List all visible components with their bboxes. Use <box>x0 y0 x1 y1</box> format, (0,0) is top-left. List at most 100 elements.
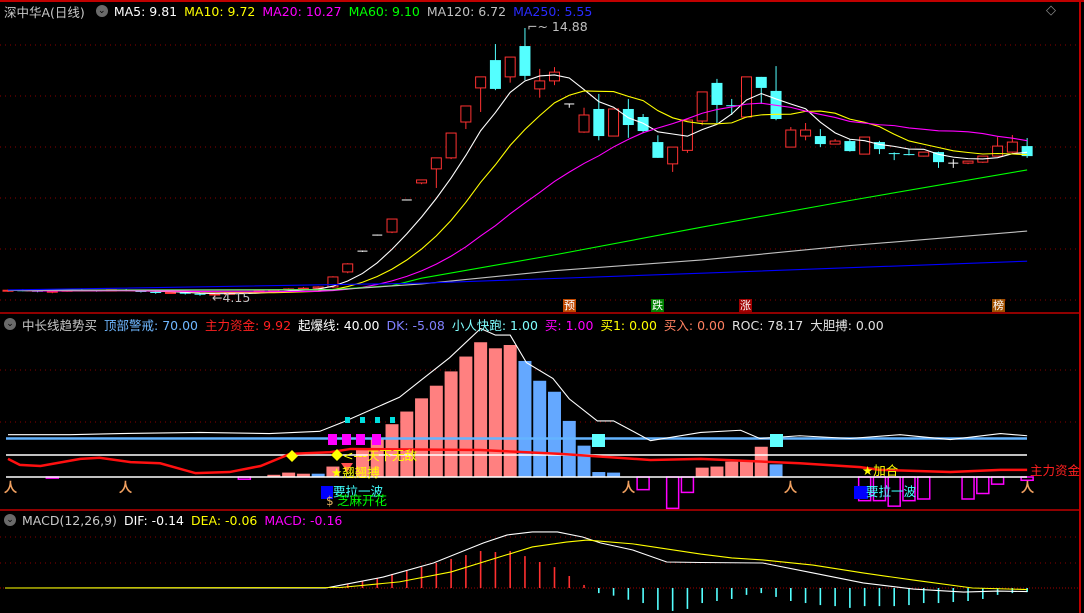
ma10-line <box>7 90 1028 294</box>
macd-label[interactable]: MACD(12,26,9) <box>22 513 117 528</box>
candle-up <box>696 91 708 122</box>
ma10-value: MA10: 9.72 <box>184 3 256 19</box>
candle-up <box>386 218 398 233</box>
high-price-value: 14.88 <box>551 19 588 34</box>
candle-down <box>194 293 206 295</box>
chevron-down-icon[interactable]: ⌄ <box>4 514 16 526</box>
candle-up <box>534 80 546 90</box>
indicator-bar-negative <box>961 476 975 500</box>
candle-down <box>844 141 856 152</box>
macd-header: ⌄ MACD(12,26,9) DIF: -0.14 DEA: -0.06 MA… <box>0 511 349 529</box>
candle-up <box>608 108 620 137</box>
candle-down <box>903 154 915 156</box>
candle-up <box>430 157 442 170</box>
ma5-value: MA5: 9.81 <box>113 3 178 19</box>
candle-down <box>150 291 162 293</box>
candle-up <box>578 114 590 133</box>
candle-down <box>593 108 605 137</box>
runner-icon: 人 <box>1021 481 1035 496</box>
indicator-value: DK: -5.08 <box>386 317 445 333</box>
candle-up <box>785 129 797 148</box>
roc-line <box>8 327 1028 442</box>
candle-up <box>859 136 871 155</box>
indicator-bar-up <box>695 467 709 477</box>
candle-up <box>829 140 841 145</box>
ma20-value: MA20: 10.27 <box>262 3 342 19</box>
candle-up <box>667 146 679 165</box>
candle-down <box>814 136 826 145</box>
runner-icon: 人 <box>119 481 133 496</box>
buy-signal-marker <box>328 434 337 445</box>
candle-up <box>475 76 487 89</box>
signal-bold-bet: ★翘翘搏 <box>331 465 380 480</box>
main-fund-label: 主力资金 <box>1030 463 1081 478</box>
signal-add-position: ★加合 <box>862 463 899 478</box>
diamond-icon[interactable]: ◇ <box>1046 4 1056 18</box>
indicator-bar-negative <box>665 476 680 510</box>
chevron-down-icon[interactable]: ⌄ <box>95 5 108 17</box>
diamond-signal-icon <box>286 450 298 462</box>
candle-down <box>622 108 634 126</box>
indicator-bar-down <box>577 445 591 477</box>
ma60-value: MA60: 9.10 <box>348 3 420 19</box>
badge-ranking[interactable]: 榜 <box>992 299 1005 312</box>
cyan-signal-marker <box>770 434 783 447</box>
indicator-header: ⌄ 中长线趋势买 顶部警戒: 70.00 主力资金: 9.92 起爆线: 40.00… <box>0 315 891 333</box>
ma60-line <box>7 169 1028 291</box>
indicator-bar-up <box>400 411 414 477</box>
badge-forecast[interactable]: 预 <box>563 299 576 312</box>
small-signal-marker <box>360 417 365 423</box>
chevron-down-icon[interactable]: ⌄ <box>4 318 16 330</box>
indicator-bar-negative <box>976 476 990 495</box>
candle-up <box>445 132 457 159</box>
indicator-bar-negative <box>990 476 1005 485</box>
candle-down <box>637 116 649 132</box>
indicator-bar-up <box>459 356 473 477</box>
high-price-label: ⌐~ 14.88 <box>527 19 588 34</box>
stock-title[interactable]: 深中华A(日线) <box>4 2 85 21</box>
ma250-value: MA250: 5.55 <box>513 3 593 19</box>
indicator-value: 买1: 0.00 <box>600 317 657 333</box>
indicator-bar-down <box>562 420 576 477</box>
candle-up <box>800 129 812 137</box>
signal-sesame: 芝麻开花 <box>337 493 388 508</box>
indicator-bar-negative <box>680 476 695 494</box>
dif-value: DIF: -0.14 <box>123 512 184 528</box>
cyan-signal-marker <box>592 434 605 447</box>
candle-down <box>711 82 723 105</box>
candle-up <box>741 76 752 118</box>
candle-down <box>888 153 900 155</box>
indicator-bar-down <box>769 464 783 477</box>
indicator-bar-up <box>710 466 724 477</box>
candle-up <box>918 151 930 157</box>
candle-down <box>755 76 767 88</box>
small-signal-marker <box>345 417 350 423</box>
indicator-value: 起爆线: 40.00 <box>298 317 380 333</box>
low-price-value: 4.15 <box>222 290 251 305</box>
signal-pull-wave: 要拉一波 <box>866 484 917 499</box>
signal-invincible: <---天下无敌 <box>343 448 418 463</box>
indicator-value: 顶部警戒: 70.00 <box>104 317 198 333</box>
candle-up <box>342 263 354 273</box>
indicator-values: 顶部警戒: 70.00 主力资金: 9.92 起爆线: 40.00 DK: -5.08… <box>104 315 891 334</box>
candle-up <box>460 105 472 123</box>
indicator-bar-up <box>488 348 502 477</box>
badge-fall[interactable]: 跌 <box>651 299 664 312</box>
indicator-value: 小人快跑: 1.00 <box>451 317 538 333</box>
indicator-bar-up <box>474 342 488 477</box>
badge-rise[interactable]: 涨 <box>739 299 752 312</box>
indicator-bar-up <box>429 385 443 477</box>
indicator-value: 主力资金: 9.92 <box>205 317 292 333</box>
indicator-bar-up <box>503 345 517 477</box>
candle-down <box>489 60 501 89</box>
candle-up <box>1006 141 1018 153</box>
buy-signal-marker <box>356 434 365 445</box>
ma120-value: MA120: 6.72 <box>426 3 507 19</box>
dea-line <box>5 539 1028 591</box>
indicator-value: 买入: 0.00 <box>663 317 725 333</box>
indicator-bar-up <box>740 460 753 477</box>
candle-up <box>504 56 516 78</box>
candle-up <box>164 291 176 294</box>
indicator-bar-negative <box>916 476 931 500</box>
indicator-name[interactable]: 中长线趋势买 <box>22 315 97 334</box>
